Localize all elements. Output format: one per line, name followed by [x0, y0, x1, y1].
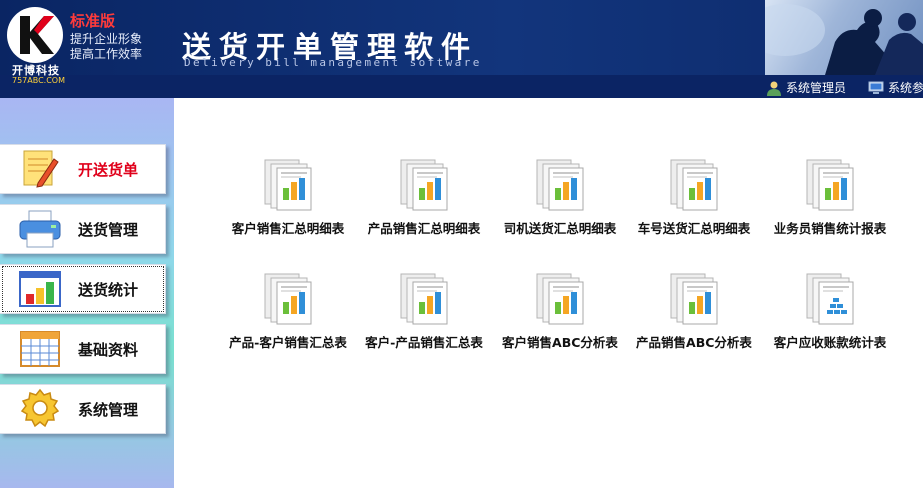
report-label: 客户销售ABC分析表: [502, 335, 618, 350]
sidebar-item-delivery-statistics[interactable]: 送货统计: [0, 264, 166, 314]
sidebar-item-basic-data[interactable]: 基础资料: [0, 324, 166, 374]
report-vehicle-delivery-summary[interactable]: 车号送货汇总明细表: [628, 156, 760, 246]
bar-chart-icon: [12, 265, 68, 313]
edition-label: 标准版: [70, 12, 116, 30]
report-stack-icon: [806, 273, 854, 325]
sidebar-item-label: 开送货单: [78, 160, 139, 179]
header: 开博科技 757ABC.COM 标准版 提升企业形象 提高工作效率 送货开单管理…: [0, 0, 923, 98]
sidebar-item-label: 送货统计: [78, 280, 139, 299]
report-label: 客户应收账款统计表: [773, 335, 887, 350]
notepad-pencil-icon: [12, 145, 68, 193]
report-label: 车号送货汇总明细表: [637, 221, 751, 236]
monitor-icon: [868, 81, 884, 94]
report-chart-icon: [400, 159, 448, 211]
report-chart-icon: [264, 159, 312, 211]
report-chart-icon: [264, 273, 312, 325]
report-label: 产品销售ABC分析表: [636, 335, 752, 350]
spreadsheet-icon: [12, 325, 68, 373]
report-customer-product-summary[interactable]: 客户-产品销售汇总表: [358, 270, 490, 360]
logo-icon: [7, 7, 63, 63]
sidebar-item-label: 基础资料: [78, 340, 139, 359]
sidebar-item-label: 系统管理: [78, 400, 139, 419]
sidebar-item-new-delivery[interactable]: 开送货单: [0, 144, 166, 194]
report-product-sales-abc[interactable]: 产品销售ABC分析表: [628, 270, 760, 360]
report-label: 司机送货汇总明细表: [503, 221, 617, 236]
report-receivables-summary[interactable]: 客户应收账款统计表: [764, 270, 896, 360]
report-chart-icon: [536, 273, 584, 325]
slogan-line-2: 提高工作效率: [70, 47, 143, 61]
user-icon: [767, 81, 781, 96]
report-label: 业务员销售统计报表: [773, 221, 887, 236]
report-salesperson-sales-report[interactable]: 业务员销售统计报表: [764, 156, 896, 246]
user-label: 系统管理员: [786, 81, 847, 95]
report-chart-icon: [400, 273, 448, 325]
report-driver-delivery-summary[interactable]: 司机送货汇总明细表: [494, 156, 626, 246]
report-customer-sales-summary[interactable]: 客户销售汇总明细表: [222, 156, 354, 246]
report-chart-icon: [806, 159, 854, 211]
sidebar-item-label: 送货管理: [78, 220, 139, 239]
report-label: 产品-客户销售汇总表: [229, 335, 347, 350]
report-label: 产品销售汇总明细表: [367, 221, 481, 236]
settings-label: 系统参: [888, 81, 923, 95]
report-label: 客户销售汇总明细表: [231, 221, 345, 236]
report-label: 客户-产品销售汇总表: [365, 335, 483, 350]
current-user-link[interactable]: 系统管理员: [766, 79, 846, 96]
logo-url: 757ABC.COM: [12, 76, 66, 85]
app-subtitle: Delivery bill management software: [184, 56, 482, 69]
header-photo: [765, 0, 923, 75]
sidebar-item-system-management[interactable]: 系统管理: [0, 384, 166, 434]
people-silhouette-icon: [765, 4, 923, 75]
sidebar: 开送货单 送货管理 送货统计 基础资料 系统管理: [0, 98, 174, 488]
sidebar-item-delivery-management[interactable]: 送货管理: [0, 204, 166, 254]
system-settings-link[interactable]: 系统参: [868, 79, 923, 96]
report-product-sales-summary[interactable]: 产品销售汇总明细表: [358, 156, 490, 246]
printer-icon: [12, 205, 68, 253]
report-panel: 客户销售汇总明细表 产品销售汇总明细表 司机送货汇总明细表 车号送货汇总明细表 业务员销…: [174, 98, 923, 488]
gear-icon: [12, 385, 68, 433]
report-chart-icon: [536, 159, 584, 211]
report-chart-icon: [670, 273, 718, 325]
report-customer-sales-abc[interactable]: 客户销售ABC分析表: [494, 270, 626, 360]
report-chart-icon: [670, 159, 718, 211]
report-product-customer-summary[interactable]: 产品-客户销售汇总表: [222, 270, 354, 360]
